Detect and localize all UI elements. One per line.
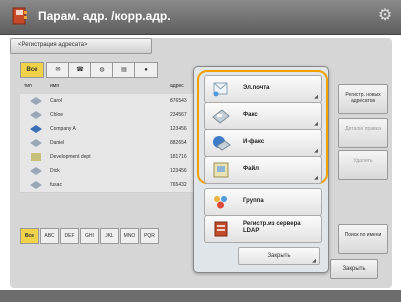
group-label: Группа	[243, 198, 264, 204]
chevron-down-icon: ◢	[314, 175, 318, 181]
filter-file-icon[interactable]: ▤	[112, 62, 136, 78]
bottom-status-bar	[0, 290, 401, 302]
tab-register-destination[interactable]: <Регистрация адресата>	[10, 38, 152, 54]
file-icon	[213, 162, 229, 178]
fax-button[interactable]: Факс ◢	[204, 102, 322, 130]
email-icon	[213, 82, 228, 97]
table-row[interactable]: Dick 123456	[20, 164, 220, 179]
index-button[interactable]: DEF	[60, 228, 79, 244]
row-address: 876543	[170, 98, 187, 104]
filter-group-icon[interactable]: ●	[134, 62, 158, 78]
row-name: Dick	[50, 168, 60, 174]
register-new-destination-button[interactable]: Регистр. новых адресатов	[338, 84, 388, 114]
row-name: Development dept	[50, 154, 91, 160]
row-address: 123456	[170, 126, 187, 132]
popup-close-button[interactable]: Закрыть ◢	[238, 247, 320, 265]
ldap-server-icon	[214, 221, 228, 237]
register-label: Регистр. новых адресатов	[345, 92, 381, 104]
filter-email-icon[interactable]: ✉	[46, 62, 70, 78]
group-icon	[214, 196, 227, 209]
row-name: Chloe	[50, 112, 64, 118]
row-address: 181716	[170, 154, 187, 160]
index-button[interactable]: Все	[20, 228, 39, 244]
index-button[interactable]: MNO	[120, 228, 139, 244]
email-label: Эл.почта	[243, 85, 270, 91]
title-bar: Парам. адр. /корр.адр. ⚙	[0, 0, 401, 35]
row-name: Daniel	[50, 140, 65, 146]
fax-icon	[30, 97, 42, 105]
group-button[interactable]: Группа	[204, 188, 322, 216]
chevron-down-icon: ◢	[314, 94, 318, 100]
ifax-label: И-факс	[243, 139, 265, 145]
file-icon	[31, 153, 41, 161]
details-edit-button[interactable]: Детали/ правка	[338, 118, 388, 148]
fax-icon	[212, 109, 230, 124]
row-address: 123456	[170, 168, 187, 174]
details-label: Детали/ правка	[345, 126, 381, 132]
search-by-name-button[interactable]: Поиск по имени	[338, 224, 388, 254]
search-label: Поиск по имени	[344, 232, 382, 238]
chevron-down-icon: ◢	[314, 121, 318, 127]
delete-button[interactable]: Удалить	[338, 150, 388, 180]
chevron-down-icon: ◢	[314, 148, 318, 154]
filter-fax-icon[interactable]: ☎	[68, 62, 92, 78]
row-name: Carol	[50, 98, 62, 104]
address-book-icon	[12, 7, 27, 25]
ifax-button[interactable]: И-факс ◢	[204, 129, 322, 157]
table-row[interactable]: Development dept 181716	[20, 150, 220, 165]
list-header: тип имя адрес	[20, 80, 210, 92]
fax-icon	[30, 181, 42, 189]
popup-close-label: Закрыть	[267, 253, 291, 259]
fax-icon	[30, 167, 42, 175]
row-address: 765432	[170, 182, 187, 188]
ldap-label: Регистр.из сервера LDAP	[243, 221, 301, 234]
file-label: Файл	[243, 166, 259, 172]
table-row[interactable]: Carol 876543	[20, 94, 220, 109]
column-address: адрес	[170, 83, 184, 89]
index-button[interactable]: JKL	[100, 228, 119, 244]
file-button[interactable]: Файл ◢	[204, 156, 322, 184]
fax-icon	[30, 139, 42, 147]
ifax-icon	[213, 136, 231, 151]
row-address: 882654	[170, 140, 187, 146]
ifax-icon	[30, 125, 42, 133]
fax-label: Факс	[243, 112, 258, 118]
table-row[interactable]: Daniel 882654	[20, 136, 220, 151]
tab-label: <Регистрация адресата>	[18, 42, 88, 48]
row-address: 234567	[170, 112, 187, 118]
table-row[interactable]: Chloe 234567	[20, 108, 220, 123]
index-button[interactable]: PQR	[140, 228, 159, 244]
screen: Парам. адр. /корр.адр. ⚙ <Регистрация ад…	[0, 0, 401, 302]
row-name: fusac	[50, 182, 62, 188]
column-name: имя	[50, 83, 59, 89]
filter-ifax-icon[interactable]: ◍	[90, 62, 114, 78]
row-name: Company A	[50, 126, 76, 132]
fax-icon	[30, 111, 42, 119]
email-button[interactable]: Эл.почта ◢	[204, 75, 322, 103]
filter-all-label: Все	[26, 67, 38, 73]
page-title: Парам. адр. /корр.адр.	[38, 9, 171, 23]
close-button-main[interactable]: Закрыть	[330, 259, 378, 279]
delete-label: Удалить	[353, 158, 373, 164]
index-button[interactable]: GHI	[80, 228, 99, 244]
gear-icon[interactable]: ⚙	[377, 8, 393, 24]
index-button[interactable]: ABC	[40, 228, 59, 244]
column-type: тип	[24, 83, 32, 89]
filter-all-button[interactable]: Все	[20, 62, 44, 78]
table-row[interactable]: Company A 123456	[20, 122, 220, 137]
ldap-register-button[interactable]: Регистр.из сервера LDAP	[204, 215, 322, 243]
chevron-down-icon: ◢	[312, 258, 316, 264]
table-row[interactable]: fusac 765432	[20, 178, 220, 193]
